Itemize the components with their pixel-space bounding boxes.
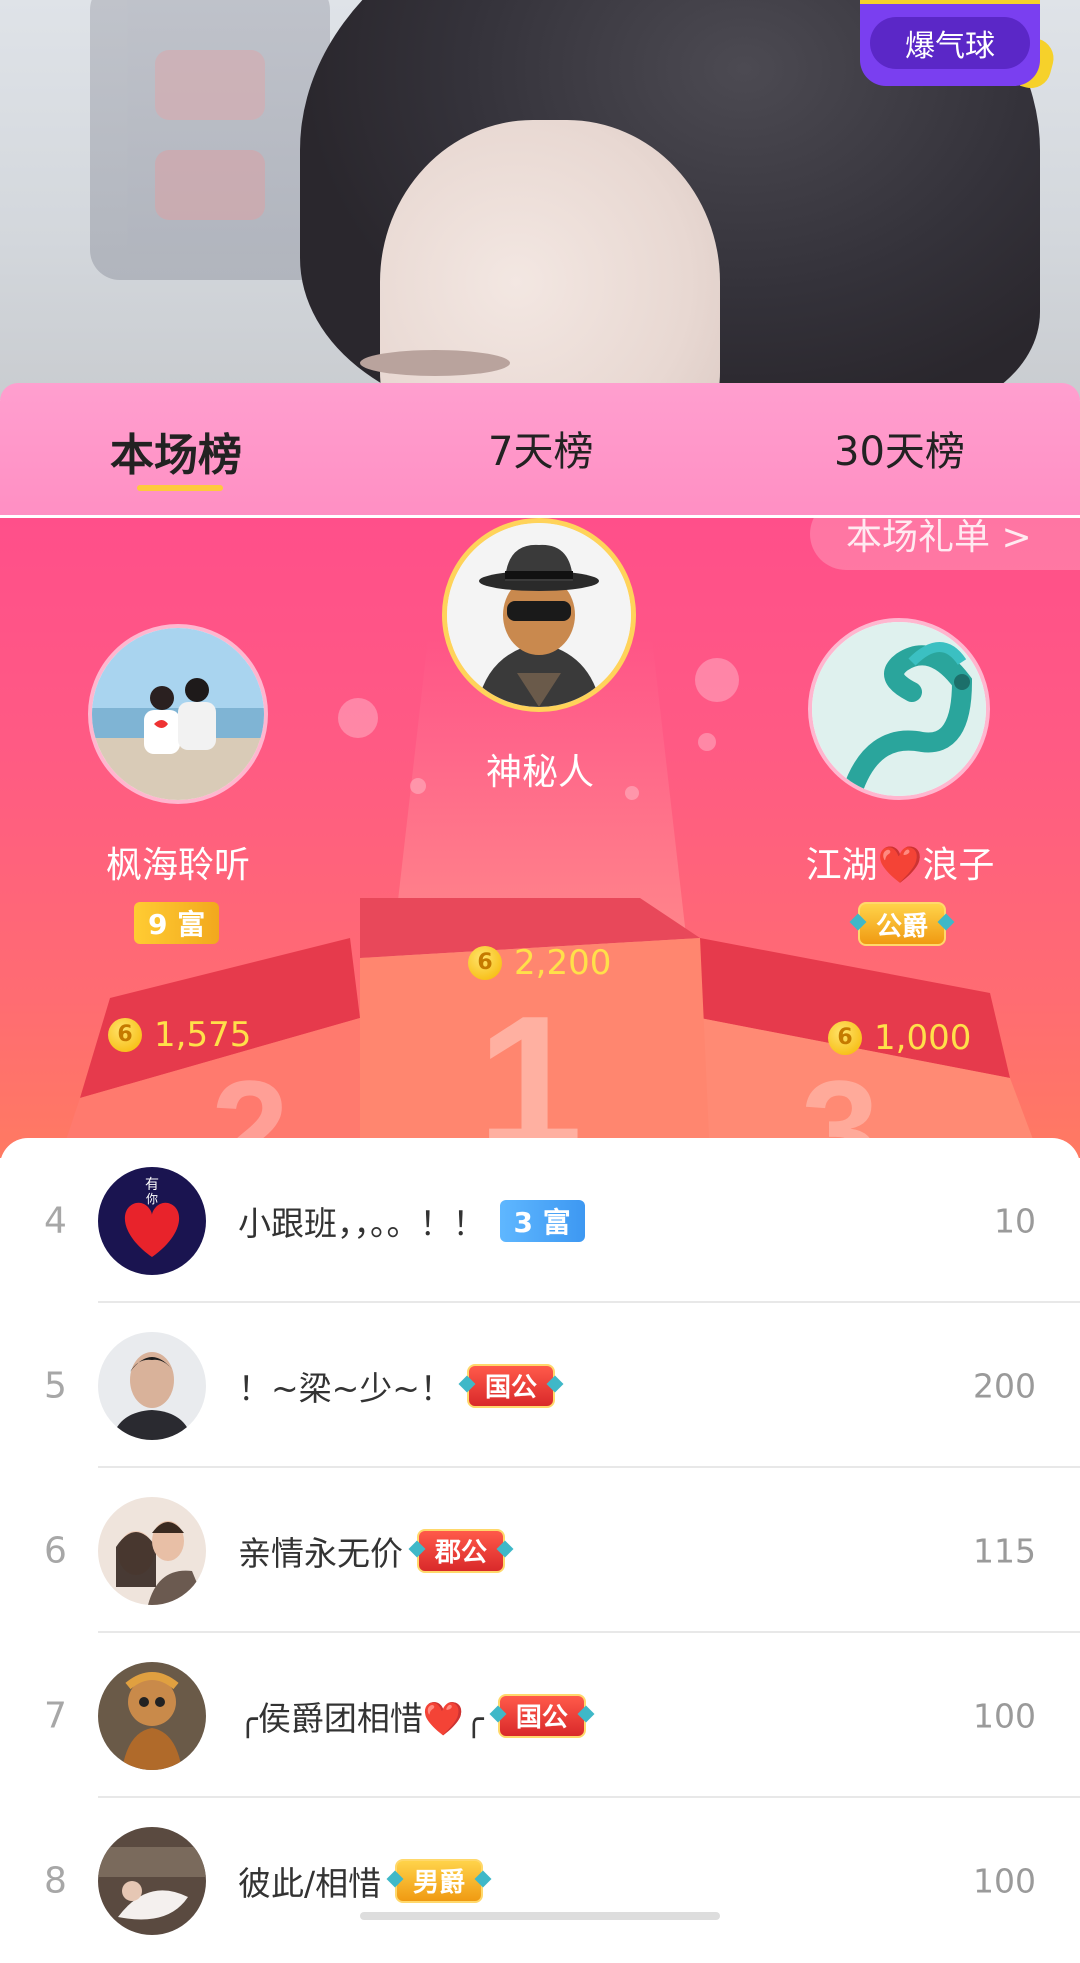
contribution-value: 10 — [994, 1201, 1036, 1240]
balloon-button-label[interactable]: 爆气球 — [870, 17, 1030, 69]
avatar-third-place[interactable] — [808, 618, 990, 800]
top-three-podium: 本场礼单 > 1 2 3 神秘人 6 2,200 枫海聆听 9 富 6 1,57… — [0, 518, 1080, 1158]
decor-bubble — [338, 698, 378, 738]
tab-30-days[interactable]: 30天榜 — [834, 419, 965, 477]
rank-number: 7 — [44, 1695, 67, 1736]
avatar[interactable] — [98, 1331, 206, 1440]
second-place-score-value: 1,575 — [154, 1015, 252, 1055]
list-item[interactable]: 5 ！~梁~少~！ 国公 200 — [0, 1303, 1080, 1468]
rank-number: 4 — [44, 1200, 67, 1241]
leaderboard-tab-bar: 本场榜 7天榜 30天榜 — [0, 383, 1080, 518]
contribution-value: 100 — [973, 1696, 1036, 1735]
first-place-score-value: 2,200 — [514, 943, 612, 983]
avatar-second-place[interactable] — [88, 624, 268, 804]
coin-icon: 6 — [828, 1021, 862, 1055]
user-name: 亲情永无价 — [238, 1533, 403, 1573]
tab-7-days[interactable]: 7天榜 — [488, 419, 593, 477]
contribution-value: 200 — [973, 1366, 1036, 1405]
first-place-name: 神秘人 — [485, 752, 594, 793]
second-place-rich-badge: 9 富 — [134, 902, 220, 944]
noble-rank-badge: 郡公 — [417, 1528, 506, 1573]
list-item[interactable]: 6 亲情永无价 郡公 115 — [0, 1468, 1080, 1633]
decor-bubble — [410, 778, 426, 794]
decor-bubble — [698, 733, 716, 751]
background-robot-figure — [90, 0, 330, 280]
list-item[interactable]: 8 彼此/相惜 男爵 100 — [0, 1798, 1080, 1963]
rank-number: 6 — [44, 1530, 67, 1571]
contribution-value: 115 — [973, 1531, 1036, 1570]
mystery-person-icon — [447, 523, 631, 707]
second-place-name: 枫海聆听 — [105, 845, 250, 886]
user-name: ！~梁~少~！ — [238, 1368, 453, 1408]
list-item[interactable]: 7 ╭侯爵团相惜❤️╭ 国公 100 — [0, 1633, 1080, 1798]
user-name: ╭侯爵团相惜❤️╭ — [238, 1698, 484, 1738]
svg-text:你: 你 — [146, 1192, 158, 1206]
rank-number: 5 — [44, 1365, 67, 1406]
active-tab-indicator — [137, 485, 223, 491]
tab-current-session[interactable]: 本场榜 — [110, 419, 242, 483]
contribution-value: 100 — [973, 1861, 1036, 1900]
third-place-score-value: 1,000 — [874, 1018, 972, 1058]
third-place-name: 江湖❤️浪子 — [805, 845, 995, 886]
third-place-noble-badge: 公爵 — [858, 902, 947, 946]
avatar-first-place[interactable] — [442, 518, 636, 712]
decor-bubble — [695, 658, 739, 702]
first-place-score: 6 2,200 — [468, 943, 611, 983]
coin-icon: 6 — [468, 946, 502, 980]
third-place-score: 6 1,000 — [828, 1018, 971, 1058]
live-video-background: 爆气球 — [0, 0, 1080, 400]
rank-number: 8 — [44, 1860, 67, 1901]
avatar[interactable]: 有 你 — [98, 1166, 206, 1275]
noble-rank-badge: 男爵 — [395, 1858, 484, 1903]
svg-text:有: 有 — [145, 1177, 159, 1193]
coin-icon: 6 — [108, 1018, 142, 1052]
second-place-score: 6 1,575 — [108, 1015, 251, 1055]
list-item[interactable]: 4 有 你 小跟班，，。。！！ 3 富 10 — [0, 1138, 1080, 1303]
gift-list-link[interactable]: 本场礼单 > — [810, 518, 1080, 570]
user-name: 小跟班，，。。！！ — [238, 1203, 486, 1243]
streamer-eyebrow — [360, 350, 510, 376]
avatar[interactable] — [98, 1826, 206, 1935]
avatar[interactable] — [98, 1496, 206, 1605]
rich-level-badge: 3 富 — [499, 1199, 585, 1242]
user-name: 彼此/相惜 — [238, 1863, 382, 1903]
podium-number-1: 1 — [477, 977, 583, 1158]
home-indicator[interactable] — [360, 1912, 720, 1920]
noble-rank-badge: 国公 — [497, 1693, 586, 1738]
balloon-button[interactable]: 爆气球 — [860, 0, 1040, 86]
noble-rank-badge: 国公 — [466, 1363, 555, 1408]
leaderboard-list: 4 有 你 小跟班，，。。！！ 3 富 10 5 ！~梁~少~！ 国公 200 … — [0, 1138, 1080, 1935]
avatar[interactable] — [98, 1661, 206, 1770]
